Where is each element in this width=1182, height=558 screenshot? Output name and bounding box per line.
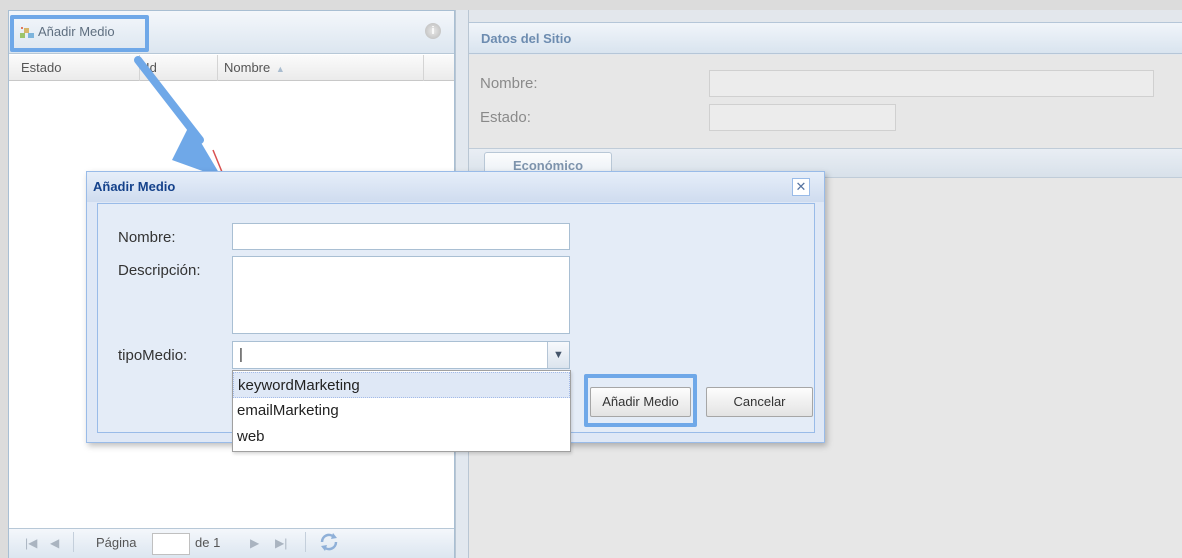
prev-page-icon[interactable]: ◀	[50, 535, 59, 551]
grid-pager	[9, 528, 454, 558]
site-status-field	[709, 104, 896, 131]
dialog-title: Añadir Medio	[87, 172, 824, 202]
nombre-input[interactable]	[232, 223, 570, 250]
highlight-box-submit	[584, 374, 697, 427]
dropdown-option-keywordmarketing[interactable]: keywordMarketing	[233, 372, 570, 398]
info-icon[interactable]: i	[425, 23, 441, 39]
column-header-label: Id	[146, 60, 157, 75]
column-header-label: Nombre	[224, 60, 271, 75]
site-status-label: Estado:	[480, 109, 531, 126]
first-page-icon[interactable]: |◀	[25, 535, 37, 551]
column-header-estado[interactable]: Estado	[15, 55, 140, 81]
highlight-box-toolbar	[10, 15, 149, 52]
dropdown-option-emailmarketing[interactable]: emailMarketing	[233, 398, 570, 424]
pager-divider	[73, 532, 74, 552]
site-name-label: Nombre:	[480, 75, 538, 92]
tipo-medio-value: |	[239, 346, 243, 363]
close-icon[interactable]: ✕	[792, 178, 810, 196]
next-page-icon[interactable]: ▶	[250, 535, 259, 551]
tipo-medio-combo[interactable]: |	[232, 341, 570, 369]
sort-asc-icon: ▲	[275, 64, 285, 74]
column-header-label: Estado	[21, 60, 62, 75]
cancel-button[interactable]: Cancelar	[706, 387, 813, 417]
refresh-icon[interactable]	[318, 532, 340, 552]
pager-divider	[305, 532, 306, 552]
last-page-icon[interactable]: ▶|	[275, 535, 287, 551]
page-count-label: de 1	[195, 535, 221, 550]
descripcion-textarea[interactable]	[232, 256, 570, 334]
tipo-medio-label: tipoMedio:	[118, 347, 188, 364]
right-panel-title: Datos del Sitio	[469, 22, 1182, 54]
chevron-down-icon[interactable]: ▼	[547, 342, 569, 368]
page-number-input[interactable]	[152, 533, 190, 555]
dropdown-option-web[interactable]: web	[233, 424, 570, 450]
page-label: Página	[96, 535, 137, 550]
nombre-label: Nombre:	[118, 229, 176, 246]
column-header-nombre[interactable]: Nombre ▲	[218, 55, 424, 81]
site-name-field	[709, 70, 1154, 97]
descripcion-label: Descripción:	[118, 262, 201, 279]
column-header-id[interactable]: Id	[140, 55, 218, 81]
